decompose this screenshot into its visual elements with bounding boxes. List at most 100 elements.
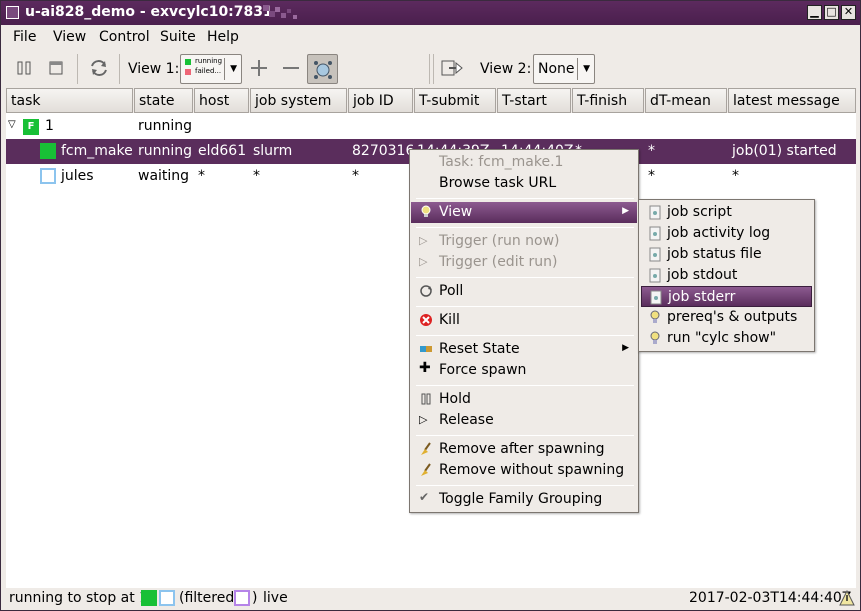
menu-poll[interactable]: Poll: [411, 281, 637, 302]
refresh-icon[interactable]: [88, 57, 110, 79]
menu-trigger-now: ▷ Trigger (run now): [419, 233, 560, 249]
broom-icon: [421, 463, 431, 476]
minimize-button[interactable]: ▁: [807, 5, 822, 20]
filtered-label: (filtered:: [179, 590, 239, 606]
switch-view-icon[interactable]: [441, 57, 463, 79]
play-icon: ▷: [419, 255, 428, 268]
group-toggle-button[interactable]: [307, 54, 338, 84]
submenu-job-stderr[interactable]: job stderr: [641, 286, 812, 307]
maximize-button[interactable]: □: [824, 5, 839, 20]
collapse-minus-icon[interactable]: [280, 57, 302, 79]
col-job-system[interactable]: job system: [250, 88, 347, 113]
menu-help[interactable]: Help: [207, 29, 239, 45]
view2-select[interactable]: None ▼: [533, 54, 595, 84]
col-task[interactable]: task: [6, 88, 133, 113]
close-button[interactable]: ✕: [841, 5, 856, 20]
table-header: task state host job system job ID T-subm…: [6, 88, 856, 113]
menu-remove-without[interactable]: Remove without spawning: [411, 460, 637, 481]
family-name: 1: [45, 118, 54, 134]
group-icon: [314, 61, 332, 79]
submenu-arrow-icon: ▶: [622, 343, 629, 353]
title-decoration-icon: [263, 5, 297, 19]
view1-running-label: running: [195, 57, 223, 65]
menu-kill[interactable]: Kill: [411, 310, 637, 331]
menu-file[interactable]: File: [13, 29, 36, 45]
task-state-icon: [40, 143, 56, 159]
task-state: waiting: [138, 168, 190, 184]
col-state[interactable]: state: [134, 88, 193, 113]
menu-browse-url[interactable]: Browse task URL: [411, 173, 637, 194]
kill-icon: [420, 314, 432, 326]
task-host: eld661: [198, 143, 247, 159]
warning-icon[interactable]: [839, 590, 855, 606]
menu-remove-after[interactable]: Remove after spawning: [411, 439, 637, 460]
task-job-id: 8270316: [352, 143, 415, 159]
submenu-job-stdout[interactable]: job stdout: [641, 265, 812, 286]
menu-view[interactable]: View: [53, 29, 86, 45]
col-host[interactable]: host: [194, 88, 249, 113]
chevron-down-icon: ▼: [583, 64, 590, 74]
play-icon: ▷: [419, 234, 428, 247]
play-icon: ▷: [419, 413, 428, 426]
broom-icon: [421, 442, 431, 455]
menu-view-item[interactable]: View ▶: [411, 202, 637, 223]
expand-plus-icon[interactable]: [248, 57, 270, 79]
family-row[interactable]: ▽ F 1 running: [6, 114, 856, 139]
submenu-arrow-icon: ▶: [622, 206, 629, 216]
window-menu-icon[interactable]: [6, 6, 19, 19]
view1-select[interactable]: running failed... ▼: [180, 54, 242, 84]
col-t-finish[interactable]: T-finish: [572, 88, 644, 113]
check-icon: ✔: [419, 490, 430, 504]
menu-suite[interactable]: Suite: [160, 29, 196, 45]
task-host: *: [198, 168, 205, 184]
title-bar[interactable]: u-ai828_demo - exvcylc10:7831 ▁ □ ✕: [1, 1, 860, 25]
menu-trigger-edit: ▷ Trigger (edit run): [419, 254, 558, 270]
file-icon: [649, 268, 661, 283]
task-job-system: slurm: [253, 143, 293, 159]
submenu-run-cylc-show[interactable]: run "cylc show": [641, 328, 812, 349]
stop-icon[interactable]: [45, 57, 67, 79]
col-t-submit[interactable]: T-submit: [414, 88, 496, 113]
menu-toggle-family[interactable]: ✔ Toggle Family Grouping: [411, 489, 637, 510]
file-icon: [649, 247, 661, 262]
col-latest-message[interactable]: latest message: [728, 88, 856, 113]
submenu-job-script[interactable]: job script: [641, 202, 812, 223]
menu-force-spawn[interactable]: ✚ Force spawn: [411, 360, 637, 381]
task-state: running: [138, 143, 193, 159]
expander-icon[interactable]: ▽: [8, 119, 16, 130]
status-timestamp: 2017-02-03T14:44:40Z: [689, 590, 852, 606]
pause-icon[interactable]: [13, 57, 35, 79]
submenu-job-status-file[interactable]: job status file: [641, 244, 812, 265]
lightbulb-icon: [650, 331, 660, 344]
view2-label: View 2:: [480, 61, 532, 77]
task-latest-message: job(01) started: [732, 143, 837, 159]
view1-failed-label: failed...: [195, 67, 222, 75]
file-icon: [650, 290, 662, 305]
filtered-state-icon: [234, 590, 250, 606]
col-job-id[interactable]: job ID: [348, 88, 413, 113]
family-badge: F: [23, 119, 39, 135]
col-dt-mean[interactable]: dT-mean: [645, 88, 727, 113]
submenu-job-activity-log[interactable]: job activity log: [641, 223, 812, 244]
menu-control[interactable]: Control: [99, 29, 150, 45]
menu-task-title: Task: fcm_make.1: [439, 154, 564, 170]
file-icon: [649, 205, 661, 220]
run-status-text: running to stop at 1: [9, 590, 149, 606]
task-dt-mean: *: [648, 143, 655, 159]
task-job-system: *: [253, 168, 260, 184]
toolbar: View 1: running failed... ▼ View 2: None…: [1, 50, 860, 88]
menu-hold[interactable]: Hold: [411, 389, 637, 410]
submenu-prereqs-outputs[interactable]: prereq's & outputs: [641, 307, 812, 328]
menu-reset-state[interactable]: Reset State ▶: [411, 339, 637, 360]
lightbulb-icon: [421, 205, 431, 217]
pause-icon: [421, 393, 431, 405]
family-state: running: [138, 118, 193, 134]
task-state-icon: [40, 168, 56, 184]
window-title: u-ai828_demo - exvcylc10:7831: [25, 4, 273, 20]
task-dt-mean: *: [648, 168, 655, 184]
task-job-id: *: [352, 168, 359, 184]
menu-release[interactable]: ▷ Release: [411, 410, 637, 431]
task-context-menu: Task: fcm_make.1 Browse task URL View ▶ …: [409, 149, 639, 513]
col-t-start[interactable]: T-start: [497, 88, 571, 113]
plus-icon: ✚: [419, 360, 431, 376]
